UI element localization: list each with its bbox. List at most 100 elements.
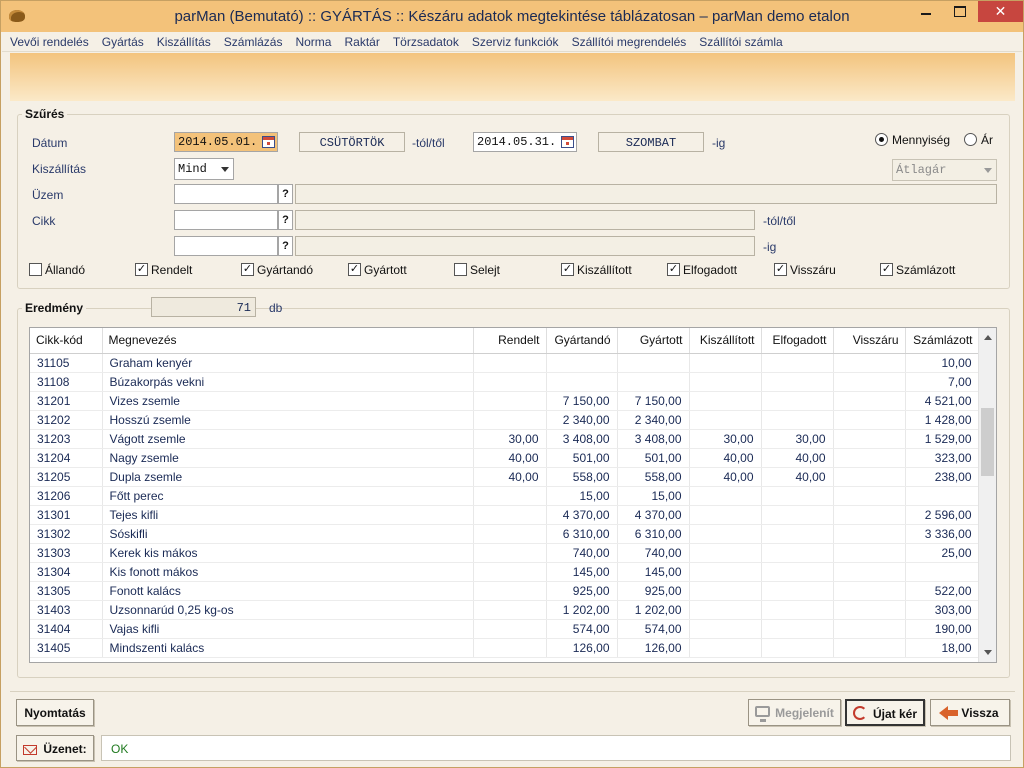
scroll-down-icon[interactable] xyxy=(984,650,992,655)
cell-szamlazott: 3 336,00 xyxy=(905,524,980,544)
table-row[interactable]: 31204 Nagy zsemle 40,00 501,00 501,00 40,00 40… xyxy=(30,448,980,468)
scroll-thumb[interactable] xyxy=(981,408,994,476)
cell-elfogadott xyxy=(761,372,834,392)
menu-item-norma[interactable]: Norma xyxy=(287,32,336,49)
print-button-label: Nyomtatás xyxy=(24,706,86,720)
cell-elfogadott xyxy=(761,600,834,620)
table-row[interactable]: 31305 Fonott kalács 925,00 925,00 522,00 xyxy=(30,581,980,601)
table-row[interactable]: 31403 Uzsonnarúd 0,25 kg-os 1 202,00 1 202,… xyxy=(30,600,980,620)
shipping-select[interactable]: Mind xyxy=(174,158,234,180)
show-button[interactable]: Megjelenít xyxy=(748,699,841,726)
menu-item-gyartas[interactable]: Gyártás xyxy=(94,32,149,49)
checkbox-visszaru-label: Visszáru xyxy=(790,263,836,277)
table-row[interactable]: 31205 Dupla zsemle 40,00 558,00 558,00 40,00 4… xyxy=(30,467,980,487)
result-table[interactable]: Cikk-kód Megnevezés Rendelt Gyártandó Gy… xyxy=(29,327,997,663)
calendar-icon[interactable] xyxy=(262,136,275,148)
back-button[interactable]: Vissza xyxy=(930,699,1010,726)
date-from-field[interactable]: 2014.05.01. xyxy=(174,132,278,152)
price-radio-label: Ár xyxy=(981,133,993,147)
checkbox-elfogadott[interactable]: ✓ xyxy=(667,263,680,276)
table-row[interactable]: 31302 Sóskifli 6 310,00 6 310,00 3 336,00 xyxy=(30,524,980,544)
menu-item-szerviz-funkciok[interactable]: Szerviz funkciók xyxy=(464,32,564,49)
cell-visszaru xyxy=(833,353,906,373)
column-header-elfogadott[interactable]: Elfogadott xyxy=(761,328,834,354)
new-request-button[interactable]: Újat kér xyxy=(845,699,925,726)
cell-cikk-kod: 31305 xyxy=(30,581,103,601)
plant-lookup-button[interactable]: ? xyxy=(278,184,293,204)
cell-rendelt: 40,00 xyxy=(473,467,547,487)
cell-szamlazott: 522,00 xyxy=(905,581,980,601)
menu-item-vevoi-rendeles[interactable]: Vevői rendelés xyxy=(2,32,94,49)
table-row[interactable]: 31405 Mindszenti kalács 126,00 126,00 18,00 xyxy=(30,638,980,658)
minimize-button[interactable] xyxy=(912,1,940,23)
menu-item-kiszallitas[interactable]: Kiszállítás xyxy=(149,32,216,49)
column-header-rendelt[interactable]: Rendelt xyxy=(473,328,547,354)
checkbox-rendelt[interactable]: ✓ xyxy=(135,263,148,276)
maximize-button[interactable] xyxy=(945,1,973,23)
quantity-radio[interactable] xyxy=(875,133,888,146)
cell-elfogadott xyxy=(761,353,834,373)
cell-elfogadott: 40,00 xyxy=(761,467,834,487)
table-row[interactable]: 31203 Vágott zsemle 30,00 3 408,00 3 408,00 3… xyxy=(30,429,980,449)
menu-item-torzsadatok[interactable]: Törzsadatok xyxy=(385,32,464,49)
menu-item-szallitoi-megrendeles[interactable]: Szállítói megrendelés xyxy=(564,32,692,49)
table-row[interactable]: 31301 Tejes kifli 4 370,00 4 370,00 2 596,00 xyxy=(30,505,980,525)
cell-kiszallitott xyxy=(689,562,762,582)
calendar-icon[interactable] xyxy=(561,136,574,148)
price-radio[interactable] xyxy=(964,133,977,146)
checkbox-gyartando[interactable]: ✓ xyxy=(241,263,254,276)
title-bar[interactable]: parMan (Bemutató) :: GYÁRTÁS :: Készáru … xyxy=(1,1,1023,32)
checkbox-szamlazott[interactable]: ✓ xyxy=(880,263,893,276)
menu-item-raktar[interactable]: Raktár xyxy=(336,32,384,49)
message-button-label: Üzenet: xyxy=(43,742,87,756)
table-row[interactable]: 31404 Vajas kifli 574,00 574,00 190,00 xyxy=(30,619,980,639)
checkbox-selejt[interactable] xyxy=(454,263,467,276)
checkbox-elfogadott-label: Elfogadott xyxy=(683,263,738,277)
table-row[interactable]: 31202 Hosszú zsemle 2 340,00 2 340,00 1 428,… xyxy=(30,410,980,430)
column-header-cikk-kod[interactable]: Cikk-kód xyxy=(30,328,103,354)
column-header-visszaru[interactable]: Visszáru xyxy=(833,328,906,354)
table-row[interactable]: 31108 Búzakorpás vekni 7,00 xyxy=(30,372,980,392)
cell-gyartando: 15,00 xyxy=(546,486,618,506)
column-header-gyartott[interactable]: Gyártott xyxy=(617,328,690,354)
item-from-input[interactable] xyxy=(174,210,278,230)
table-row[interactable]: 31304 Kis fonott mákos 145,00 145,00 xyxy=(30,562,980,582)
close-button[interactable]: ✕ xyxy=(978,1,1023,22)
menu-bar: Vevői rendelés Gyártás Kiszállítás Számlázá… xyxy=(2,32,1022,52)
checkbox-gyartott[interactable]: ✓ xyxy=(348,263,361,276)
cell-rendelt xyxy=(473,543,547,563)
column-header-kiszallitott[interactable]: Kiszállított xyxy=(689,328,762,354)
item-to-suffix: -ig xyxy=(763,240,777,254)
date-to-field[interactable]: 2014.05.31. xyxy=(473,132,577,152)
cell-szamlazott: 1 529,00 xyxy=(905,429,980,449)
scroll-up-icon[interactable] xyxy=(984,335,992,340)
checkbox-allando[interactable] xyxy=(29,263,42,276)
message-button[interactable]: Üzenet: xyxy=(16,735,94,761)
cell-cikk-kod: 31403 xyxy=(30,600,103,620)
plant-code-input[interactable] xyxy=(174,184,278,204)
table-row[interactable]: 31201 Vizes zsemle 7 150,00 7 150,00 4 521,0… xyxy=(30,391,980,411)
checkbox-kiszallitott[interactable]: ✓ xyxy=(561,263,574,276)
cell-elfogadott xyxy=(761,410,834,430)
cell-rendelt xyxy=(473,505,547,525)
table-row[interactable]: 31105 Graham kenyér 10,00 xyxy=(30,353,980,373)
chevron-down-icon xyxy=(984,168,992,173)
checkbox-visszaru[interactable]: ✓ xyxy=(774,263,787,276)
cell-cikk-kod: 31301 xyxy=(30,505,103,525)
result-count: 71 xyxy=(151,297,256,317)
menu-item-szallitoi-szamla[interactable]: Szállítói számla xyxy=(691,32,787,49)
table-row[interactable]: 31303 Kerek kis mákos 740,00 740,00 25,00 xyxy=(30,543,980,563)
item-to-input[interactable] xyxy=(174,236,278,256)
menu-item-szamlazas[interactable]: Számlázás xyxy=(216,32,288,49)
table-scrollbar[interactable] xyxy=(978,328,996,662)
item-from-lookup-button[interactable]: ? xyxy=(278,210,293,230)
column-header-megnevezes[interactable]: Megnevezés xyxy=(102,328,474,354)
column-header-gyartando[interactable]: Gyártandó xyxy=(546,328,618,354)
cell-szamlazott: 2 596,00 xyxy=(905,505,980,525)
price-mode-select[interactable]: Átlagár xyxy=(892,159,997,181)
table-row[interactable]: 31206 Főtt perec 15,00 15,00 xyxy=(30,486,980,506)
print-button[interactable]: Nyomtatás xyxy=(16,699,94,726)
cell-gyartott: 2 340,00 xyxy=(617,410,690,430)
column-header-szamlazott[interactable]: Számlázott xyxy=(905,328,980,354)
item-to-lookup-button[interactable]: ? xyxy=(278,236,293,256)
